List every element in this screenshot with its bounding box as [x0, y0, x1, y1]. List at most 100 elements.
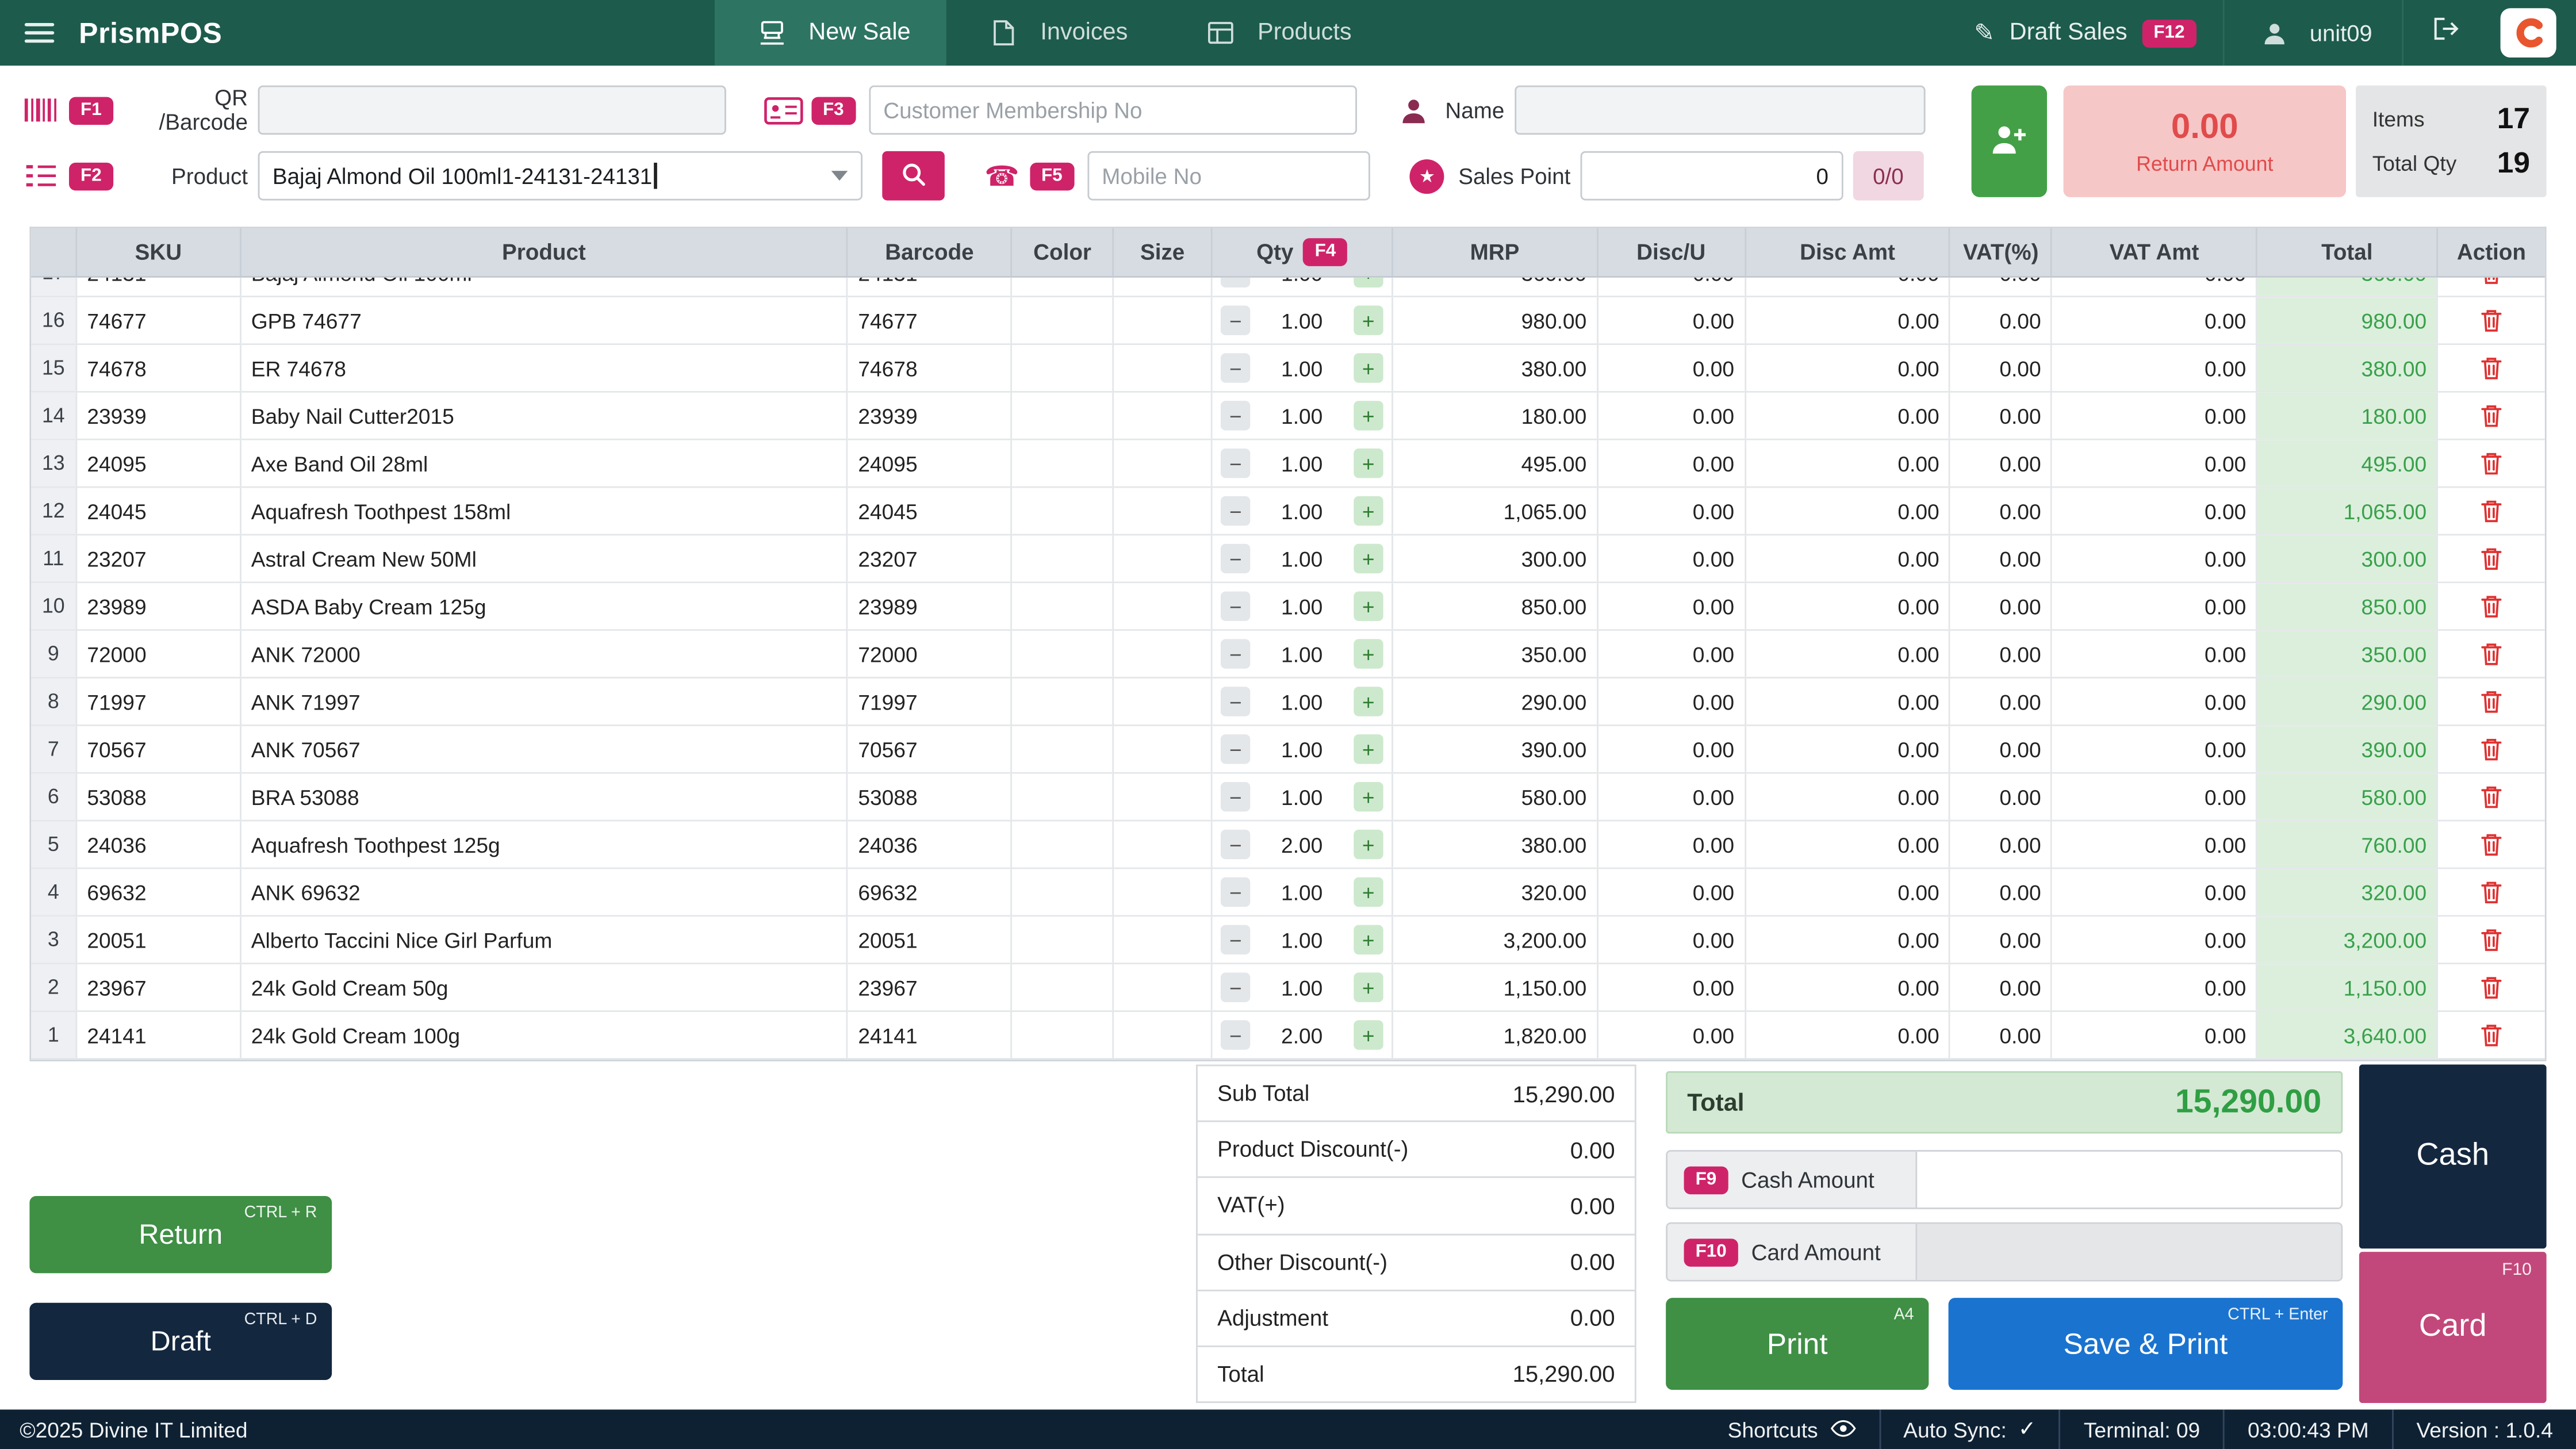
- cell-product: Bajaj Almond Oil 100ml: [241, 278, 849, 296]
- cell-sku: 72000: [77, 631, 241, 677]
- membership-input[interactable]: [869, 86, 1357, 135]
- qty-increase-button[interactable]: +: [1354, 877, 1383, 907]
- qty-increase-button[interactable]: +: [1354, 353, 1383, 382]
- delete-row-button[interactable]: [2476, 638, 2507, 670]
- delete-row-button[interactable]: [2476, 971, 2507, 1004]
- cell-sku: 53088: [77, 774, 241, 820]
- cell-total: 580.00: [2257, 774, 2438, 820]
- qty-decrease-button[interactable]: −: [1221, 925, 1250, 954]
- qr-barcode-input[interactable]: [258, 86, 726, 135]
- qty-decrease-button[interactable]: −: [1221, 972, 1250, 1002]
- card-amount-input[interactable]: [1917, 1224, 2341, 1280]
- qty-increase-button[interactable]: +: [1354, 639, 1383, 668]
- cell-total: 1,150.00: [2257, 964, 2438, 1010]
- qty-increase-button[interactable]: +: [1354, 496, 1383, 526]
- qty-decrease-button[interactable]: −: [1221, 278, 1250, 288]
- shortcuts-toggle[interactable]: Shortcuts: [1705, 1409, 1879, 1449]
- delete-row-button[interactable]: [2476, 780, 2507, 813]
- delete-row-button[interactable]: [2476, 685, 2507, 718]
- sales-point-input[interactable]: [1581, 151, 1843, 201]
- cash-amount-label: Cash Amount: [1741, 1167, 1874, 1192]
- card-panel-button[interactable]: F10 Card: [2359, 1252, 2547, 1403]
- logout-button[interactable]: [2402, 0, 2490, 66]
- delete-row-button[interactable]: [2476, 494, 2507, 527]
- delete-row-button[interactable]: [2476, 399, 2507, 432]
- delete-row-button[interactable]: [2476, 278, 2507, 289]
- cell-color: [1013, 869, 1114, 915]
- print-button[interactable]: A4 Print: [1666, 1298, 1929, 1390]
- cash-amount-input[interactable]: [1917, 1152, 2341, 1208]
- qty-increase-button[interactable]: +: [1354, 734, 1383, 764]
- delete-row-button[interactable]: [2476, 923, 2507, 956]
- qty-increase-button[interactable]: +: [1354, 544, 1383, 573]
- qty-increase-button[interactable]: +: [1354, 1020, 1383, 1049]
- customer-name-input[interactable]: [1514, 86, 1925, 135]
- qty-decrease-button[interactable]: −: [1221, 877, 1250, 907]
- qty-increase-button[interactable]: +: [1354, 448, 1383, 478]
- table-row: 10 23989 ASDA Baby Cream 125g 23989 − 1.…: [31, 583, 2544, 631]
- save-and-print-button[interactable]: CTRL + Enter Save & Print: [1949, 1298, 2343, 1390]
- qty-value: 1.00: [1250, 975, 1354, 1000]
- qty-increase-button[interactable]: +: [1354, 592, 1383, 621]
- cell-qty: − 1.00 +: [1213, 678, 1393, 724]
- qty-increase-button[interactable]: +: [1354, 972, 1383, 1002]
- qty-increase-button[interactable]: +: [1354, 830, 1383, 859]
- delete-row-button[interactable]: [2476, 1018, 2507, 1051]
- tab-new-sale[interactable]: New Sale: [715, 0, 946, 66]
- cell-vat-pct: 0.00: [1951, 917, 2053, 963]
- qty-decrease-button[interactable]: −: [1221, 830, 1250, 859]
- edit-icon: ✎: [1974, 21, 1995, 45]
- cash-panel-button[interactable]: Cash: [2359, 1064, 2547, 1248]
- qty-decrease-button[interactable]: −: [1221, 448, 1250, 478]
- add-customer-button[interactable]: [1972, 86, 2047, 197]
- draft-sales-button[interactable]: ✎ Draft Sales F12: [1948, 0, 2222, 66]
- cell-sku: 74678: [77, 345, 241, 391]
- delete-row-button[interactable]: [2476, 876, 2507, 908]
- cell-barcode: 24095: [848, 440, 1012, 486]
- delete-row-button[interactable]: [2476, 590, 2507, 623]
- qty-value: 1.00: [1250, 356, 1354, 381]
- qty-decrease-button[interactable]: −: [1221, 592, 1250, 621]
- menu-icon[interactable]: [0, 0, 79, 66]
- qty-increase-button[interactable]: +: [1354, 278, 1383, 288]
- search-button[interactable]: [882, 151, 945, 201]
- qty-increase-button[interactable]: +: [1354, 305, 1383, 335]
- cell-color: [1013, 583, 1114, 629]
- check-icon: ✓: [2018, 1416, 2036, 1443]
- qty-decrease-button[interactable]: −: [1221, 782, 1250, 811]
- header-disc-amt: Disc Amt: [1746, 228, 1951, 276]
- cell-disc-amt: 0.00: [1746, 726, 1951, 772]
- table-row: 9 72000 ANK 72000 72000 − 1.00 + 350.00 …: [31, 631, 2544, 678]
- qty-decrease-button[interactable]: −: [1221, 496, 1250, 526]
- delete-row-button[interactable]: [2476, 542, 2507, 575]
- summary-label: Adjustment: [1217, 1306, 1328, 1331]
- qty-decrease-button[interactable]: −: [1221, 305, 1250, 335]
- tab-products[interactable]: Products: [1164, 0, 1387, 66]
- delete-row-button[interactable]: [2476, 447, 2507, 480]
- qty-decrease-button[interactable]: −: [1221, 401, 1250, 430]
- qty-increase-button[interactable]: +: [1354, 782, 1383, 811]
- sales-point-counter: 0/0: [1853, 151, 1923, 201]
- qty-decrease-button[interactable]: −: [1221, 353, 1250, 382]
- product-select[interactable]: Bajaj Almond Oil 100ml1-24131-24131: [258, 151, 862, 201]
- qty-decrease-button[interactable]: −: [1221, 734, 1250, 764]
- cell-vat-pct: 0.00: [1951, 631, 2053, 677]
- cell-action: [2438, 488, 2544, 534]
- return-button[interactable]: CTRL + R Return: [29, 1196, 332, 1273]
- qty-decrease-button[interactable]: −: [1221, 687, 1250, 716]
- qty-increase-button[interactable]: +: [1354, 687, 1383, 716]
- qty-increase-button[interactable]: +: [1354, 925, 1383, 954]
- delete-row-button[interactable]: [2476, 828, 2507, 861]
- qty-decrease-button[interactable]: −: [1221, 1020, 1250, 1049]
- qty-decrease-button[interactable]: −: [1221, 544, 1250, 573]
- draft-button[interactable]: CTRL + D Draft: [29, 1303, 332, 1380]
- user-menu[interactable]: unit09: [2222, 0, 2402, 66]
- mobile-input[interactable]: [1087, 151, 1370, 201]
- delete-row-button[interactable]: [2476, 304, 2507, 337]
- delete-row-button[interactable]: [2476, 351, 2507, 384]
- qty-decrease-button[interactable]: −: [1221, 639, 1250, 668]
- qty-value: 1.00: [1250, 278, 1354, 285]
- delete-row-button[interactable]: [2476, 733, 2507, 765]
- qty-increase-button[interactable]: +: [1354, 401, 1383, 430]
- tab-invoices[interactable]: Invoices: [946, 0, 1164, 66]
